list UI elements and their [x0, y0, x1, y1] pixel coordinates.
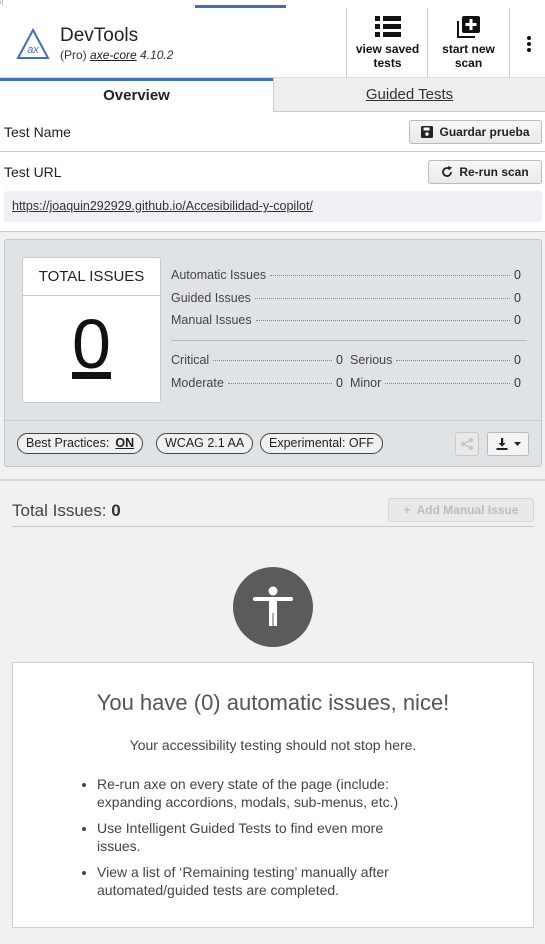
- share-icon: [460, 437, 474, 451]
- download-icon: [496, 438, 507, 450]
- list-item: View a list of ‘Remaining testing’ manua…: [97, 863, 419, 899]
- minor-value: 0: [514, 376, 521, 390]
- save-icon: [421, 126, 434, 138]
- chevron-down-icon: [513, 441, 521, 446]
- test-url-link[interactable]: https://joaquin292929.github.io/Accesibi…: [4, 191, 542, 222]
- tab-overview[interactable]: Overview: [0, 78, 273, 112]
- dotted-leader: [255, 320, 511, 321]
- app-version-line: (Pro) axe-core 4.10.2: [60, 48, 173, 62]
- minor-stat: Minor 0: [350, 376, 521, 390]
- share-button[interactable]: [455, 432, 479, 456]
- save-test-label: Guardar prueba: [439, 125, 530, 139]
- issues-total-value: 0: [111, 501, 121, 520]
- list-item: Use Intelligent Guided Tests to find eve…: [97, 819, 419, 855]
- dotted-leader: [213, 360, 333, 361]
- logo-text: ax: [27, 44, 39, 56]
- manual-issues-stat: Manual Issues 0: [171, 313, 521, 327]
- issues-total-label: Total Issues:: [12, 501, 107, 520]
- no-issues-message-card: You have (0) automatic issues, nice! You…: [12, 662, 534, 928]
- export-button[interactable]: [487, 432, 529, 456]
- summary-settings-bar: Best Practices: ON WCAG 2.1 AA Experiment…: [5, 420, 541, 466]
- add-manual-issue-label: Add Manual Issue: [416, 503, 519, 517]
- app-title: DevTools: [60, 25, 139, 46]
- start-new-label-1: start new: [442, 42, 495, 56]
- total-issues-label: TOTAL ISSUES: [23, 258, 160, 296]
- dotted-leader: [254, 298, 511, 299]
- critical-stat: Critical 0: [171, 353, 343, 367]
- vertical-dots-icon: [527, 36, 531, 54]
- plan-label: (Pro): [60, 48, 87, 62]
- manual-issues-label: Manual Issues: [171, 313, 252, 327]
- issues-total-heading: Total Issues: 0: [12, 501, 121, 521]
- engine-version: 4.10.2: [140, 48, 174, 62]
- tab-guided-tests[interactable]: Guided Tests: [273, 78, 545, 112]
- guided-issues-stat: Guided Issues 0: [171, 291, 521, 305]
- axe-logo-icon: ax: [16, 28, 50, 59]
- start-new-label-2: scan: [454, 56, 483, 70]
- new-scan-icon: [456, 16, 480, 38]
- section-divider: [0, 479, 545, 481]
- automatic-issues-stat: Automatic Issues 0: [171, 268, 521, 282]
- automatic-issues-label: Automatic Issues: [171, 268, 267, 282]
- moderate-label: Moderate: [171, 376, 224, 390]
- best-practices-toggle[interactable]: Best Practices: ON: [17, 433, 144, 454]
- best-practices-label: Best Practices:: [26, 436, 110, 450]
- dotted-leader: [385, 383, 511, 384]
- automatic-issues-value: 0: [514, 268, 521, 282]
- total-issues-card: TOTAL ISSUES 0: [22, 257, 161, 403]
- dotted-leader: [396, 360, 511, 361]
- add-manual-issue-button[interactable]: + Add Manual Issue: [388, 498, 534, 522]
- view-saved-label-1: view saved: [355, 42, 420, 56]
- view-saved-tests-button[interactable]: view saved tests: [346, 8, 428, 77]
- guided-issues-label: Guided Issues: [171, 291, 251, 305]
- rerun-scan-button[interactable]: Re-run scan: [428, 160, 542, 184]
- dotted-leader: [270, 275, 511, 276]
- no-issues-title: You have (0) automatic issues, nice!: [96, 690, 450, 715]
- serious-value: 0: [514, 353, 521, 367]
- moderate-value: 0: [336, 376, 343, 390]
- stat-divider: [171, 340, 527, 341]
- accessibility-figure: [253, 586, 293, 626]
- save-test-button[interactable]: Guardar prueba: [409, 120, 542, 144]
- wcag-level-button[interactable]: WCAG 2.1 AA: [156, 433, 254, 454]
- serious-stat: Serious 0: [350, 353, 521, 367]
- start-new-scan-button[interactable]: start new scan: [427, 8, 509, 77]
- guided-issues-value: 0: [514, 291, 521, 305]
- experimental-toggle[interactable]: Experimental: OFF: [260, 433, 383, 454]
- engine-link[interactable]: axe-core: [90, 48, 137, 62]
- moderate-stat: Moderate 0: [171, 376, 343, 390]
- divider: [0, 231, 545, 232]
- critical-label: Critical: [171, 353, 210, 367]
- issues-summary-panel: TOTAL ISSUES 0 Automatic Issues 0 Guided…: [4, 239, 542, 467]
- minor-label: Minor: [350, 376, 382, 390]
- no-issues-subtitle: Your accessibility testing should not st…: [129, 737, 417, 753]
- app-header: ax DevTools (Pro) axe-core 4.10.2 view s…: [0, 8, 545, 78]
- refresh-icon: [442, 166, 453, 177]
- list-item: Re-run axe on every state of the page (i…: [97, 775, 419, 811]
- test-info-section: Test Name Guardar prueba Test URL Re-run…: [0, 112, 545, 232]
- best-practices-value: ON: [115, 436, 135, 450]
- dotted-leader: [227, 383, 333, 384]
- test-url-label: Test URL: [4, 164, 62, 180]
- divider: [0, 151, 545, 152]
- critical-value: 0: [336, 353, 343, 367]
- serious-label: Serious: [350, 353, 393, 367]
- plus-icon: +: [403, 503, 411, 517]
- more-options-button[interactable]: [509, 8, 545, 77]
- recommendation-list: Re-run axe on every state of the page (i…: [79, 775, 419, 907]
- view-saved-label-2: tests: [373, 56, 402, 70]
- main-tabs: Overview Guided Tests: [0, 78, 545, 112]
- corner-fragment: ı|: [0, 0, 4, 6]
- accessibility-icon: [233, 567, 313, 647]
- list-icon: [374, 16, 401, 37]
- manual-issues-value: 0: [514, 313, 521, 327]
- rerun-scan-label: Re-run scan: [459, 165, 529, 179]
- test-name-label: Test Name: [4, 124, 71, 140]
- browser-top-strip: ı|: [0, 0, 545, 8]
- divider: [12, 526, 534, 527]
- total-issues-value[interactable]: 0: [23, 296, 160, 392]
